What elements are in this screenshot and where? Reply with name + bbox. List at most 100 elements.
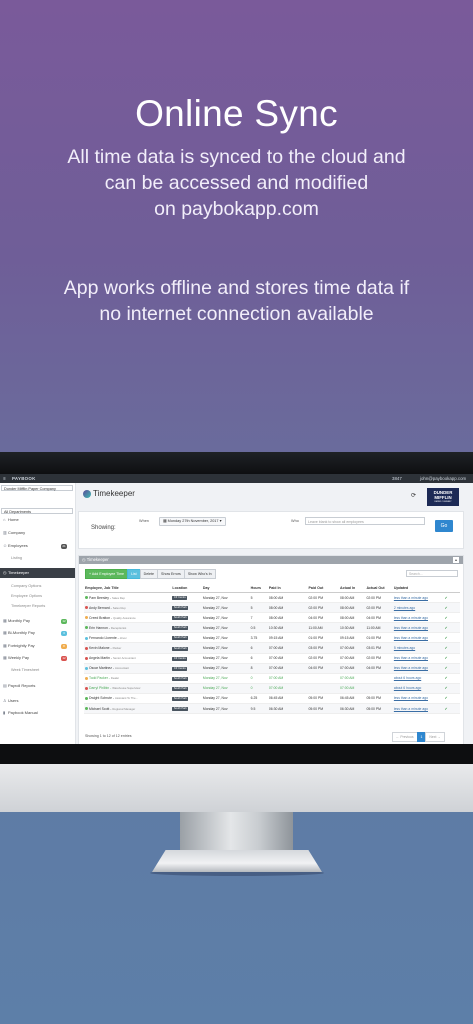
sidebar-item-employees[interactable]: ☺Employees 21	[0, 541, 75, 551]
paid-in-cell: 07:00 AM	[267, 642, 308, 654]
previous-page-button[interactable]: ← Previous	[392, 732, 418, 742]
search-input[interactable]: Search...	[406, 570, 458, 577]
select-cell[interactable]	[451, 642, 460, 654]
employee-cell[interactable]: Michael Scott - Regional Manager	[84, 703, 166, 715]
column-header[interactable]: Actual In	[339, 584, 366, 593]
show-whos-in-button[interactable]: Show Who's In	[183, 569, 216, 579]
table-row[interactable]: Andy Bernard - Sales Rep South Park Monday…	[84, 602, 460, 614]
column-header[interactable]: Day	[201, 584, 250, 593]
location-cell: South Park	[171, 602, 202, 614]
employee-cell[interactable]: Angela Martin - Senior Accountant	[84, 653, 166, 664]
column-header[interactable]	[443, 584, 452, 593]
select-cell[interactable]	[451, 602, 460, 614]
collapse-toggle-icon[interactable]: ▴	[453, 557, 459, 563]
sidebar-item-company[interactable]: ▥Company	[0, 528, 75, 538]
table-row[interactable]: Darryl Philbin - Warehouse Supervisor Sou…	[84, 683, 460, 694]
sidebar-item-fortnightly-pay[interactable]: ▦Fortnightly Pay 8	[0, 641, 75, 651]
sidebar-item-employee-options[interactable]: Employee Options	[0, 591, 75, 601]
actual-out-cell: 03:01 PM	[365, 642, 393, 654]
company-select[interactable]: Dunder Mifflin Paper Company	[1, 485, 73, 491]
check-cell: ✔	[443, 683, 452, 694]
hamburger-icon[interactable]: ≡	[3, 476, 6, 481]
sidebar-item-bi-monthly-pay[interactable]: ▦Bi-Monthly Pay 3	[0, 628, 75, 638]
select-cell[interactable]	[451, 632, 460, 644]
employee-cell[interactable]: Todd Packer - Dealer	[84, 673, 166, 684]
employee-cell[interactable]: Creed Bratton - Quality Assurance	[84, 612, 166, 624]
actual-out-cell: 01:00 PM	[365, 632, 393, 644]
department-select[interactable]: All Departments	[1, 508, 73, 514]
employee-cell[interactable]: Pam Beesley - Sales Rep	[84, 592, 166, 604]
location-cell: CZ Centre	[171, 663, 202, 674]
sidebar-item-listing[interactable]: Listing	[0, 553, 75, 563]
column-header[interactable]: Updated	[392, 584, 444, 593]
column-header[interactable]: Actual Out	[365, 584, 393, 593]
sidebar-item-company-options[interactable]: Company Options	[0, 581, 75, 591]
who-input[interactable]: Leave blank to show all employees	[305, 517, 425, 525]
column-header[interactable]: Employee, Job Title	[84, 584, 166, 593]
day-cell: Monday 27, Nov	[201, 632, 250, 644]
select-cell[interactable]	[451, 592, 460, 604]
sidebar-item-week-timesheet[interactable]: Week Timesheet	[0, 665, 75, 675]
monitor-screen: ≡ PAYBOOK 3847 john@paybookapp.com Dunde…	[0, 474, 473, 744]
table-row[interactable]: Fernando Llorente - driver South Park Mond…	[84, 632, 460, 644]
table-row[interactable]: Erin Hannon - Receptionist South Park Mond…	[84, 622, 460, 634]
check-icon: ✔	[444, 635, 448, 640]
table-row[interactable]: Angela Martin - Senior Accountant CZ Cent…	[84, 653, 460, 664]
table-row[interactable]: Todd Packer - Dealer South Park Monday 27,…	[84, 673, 460, 684]
list-button[interactable]: List	[127, 569, 141, 579]
day-cell: Monday 27, Nov	[201, 592, 250, 604]
next-page-button[interactable]: Next →	[425, 732, 445, 742]
add-employee-time-button[interactable]: + Add Employee Time	[85, 569, 129, 579]
sidebar-item-monthly-pay[interactable]: ▦Monthly Pay 12	[0, 616, 75, 626]
select-cell[interactable]	[451, 683, 460, 694]
employee-cell[interactable]: Fernando Llorente - driver	[84, 632, 166, 644]
hours-cell: 6.25	[249, 693, 268, 705]
status-dot-icon	[85, 666, 88, 670]
table-row[interactable]: Kevin Malone - Packer South Park Monday 27…	[84, 642, 460, 654]
employee-cell[interactable]: Kevin Malone - Packer	[84, 642, 166, 654]
column-header[interactable]: Location	[171, 584, 202, 593]
table-row[interactable]: Creed Bratton - Quality Assurance South P…	[84, 612, 460, 624]
delete-button[interactable]: Delete	[139, 569, 159, 579]
sidebar-item-label: Employee Options	[11, 594, 43, 598]
actual-in-cell: 07:00 AM	[339, 642, 366, 654]
select-cell[interactable]	[451, 653, 460, 664]
table-row[interactable]: Pam Beesley - Sales Rep CZ Centre Monday 2…	[84, 592, 460, 604]
employee-cell[interactable]: Darryl Philbin - Warehouse Supervisor	[84, 683, 166, 694]
actual-in-cell: 06:45 AM	[339, 693, 366, 705]
table-row[interactable]: Michael Scott - Regional Manager South Pa…	[84, 703, 460, 715]
sidebar-item-timekeeper-reports[interactable]: Timekeeper Reports	[0, 601, 75, 611]
select-cell[interactable]	[451, 622, 460, 634]
column-header[interactable]	[451, 584, 460, 593]
select-cell[interactable]	[451, 663, 460, 674]
topbar-counter[interactable]: 3847	[392, 476, 402, 481]
go-button[interactable]: Go	[435, 520, 453, 532]
sidebar-item-paybook-manual[interactable]: ▮ Paybook Manual	[0, 708, 75, 718]
table-row[interactable]: Oscar Martinez - Accountant CZ Centre Mond…	[84, 663, 460, 674]
sidebar-item-users[interactable]: ♙Users	[0, 696, 75, 706]
select-cell[interactable]	[451, 612, 460, 624]
column-header[interactable]: Hours	[249, 584, 268, 593]
show-errors-button[interactable]: Show Errors	[157, 569, 185, 579]
employee-cell[interactable]: Andy Bernard - Sales Rep	[84, 602, 166, 614]
sidebar-item-payroll-reports[interactable]: ▤Payroll Reports	[0, 681, 75, 691]
select-cell[interactable]	[451, 693, 460, 705]
select-cell[interactable]	[451, 703, 460, 715]
column-header[interactable]: Paid In	[267, 584, 308, 593]
table-row[interactable]: Dwight Schrute - Assistant To The... Sout…	[84, 693, 460, 705]
employee-cell[interactable]: Oscar Martinez - Accountant	[84, 663, 166, 674]
day-cell: Monday 27, Nov	[201, 622, 250, 634]
topbar-user-menu[interactable]: john@paybookapp.com	[420, 476, 466, 481]
location-cell: South Park	[171, 673, 202, 684]
employee-cell[interactable]: Dwight Schrute - Assistant To The...	[84, 693, 166, 705]
sidebar-item-timekeeper[interactable]: ◷ Timekeeper	[0, 568, 75, 578]
select-cell[interactable]	[451, 673, 460, 684]
date-picker-button[interactable]: ▦ Monday 27th November, 2017 ▾	[159, 517, 226, 526]
check-cell: ✔	[443, 673, 452, 684]
column-header[interactable]: Paid Out	[307, 584, 340, 593]
location-cell: South Park	[171, 622, 202, 634]
refresh-icon[interactable]: ⟳	[411, 492, 416, 499]
employee-cell[interactable]: Erin Hannon - Receptionist	[84, 622, 166, 634]
sidebar-item-home[interactable]: ⌂ Home	[0, 515, 75, 525]
sidebar-item-weekly-pay[interactable]: ▦Weekly Pay 12	[0, 653, 75, 663]
